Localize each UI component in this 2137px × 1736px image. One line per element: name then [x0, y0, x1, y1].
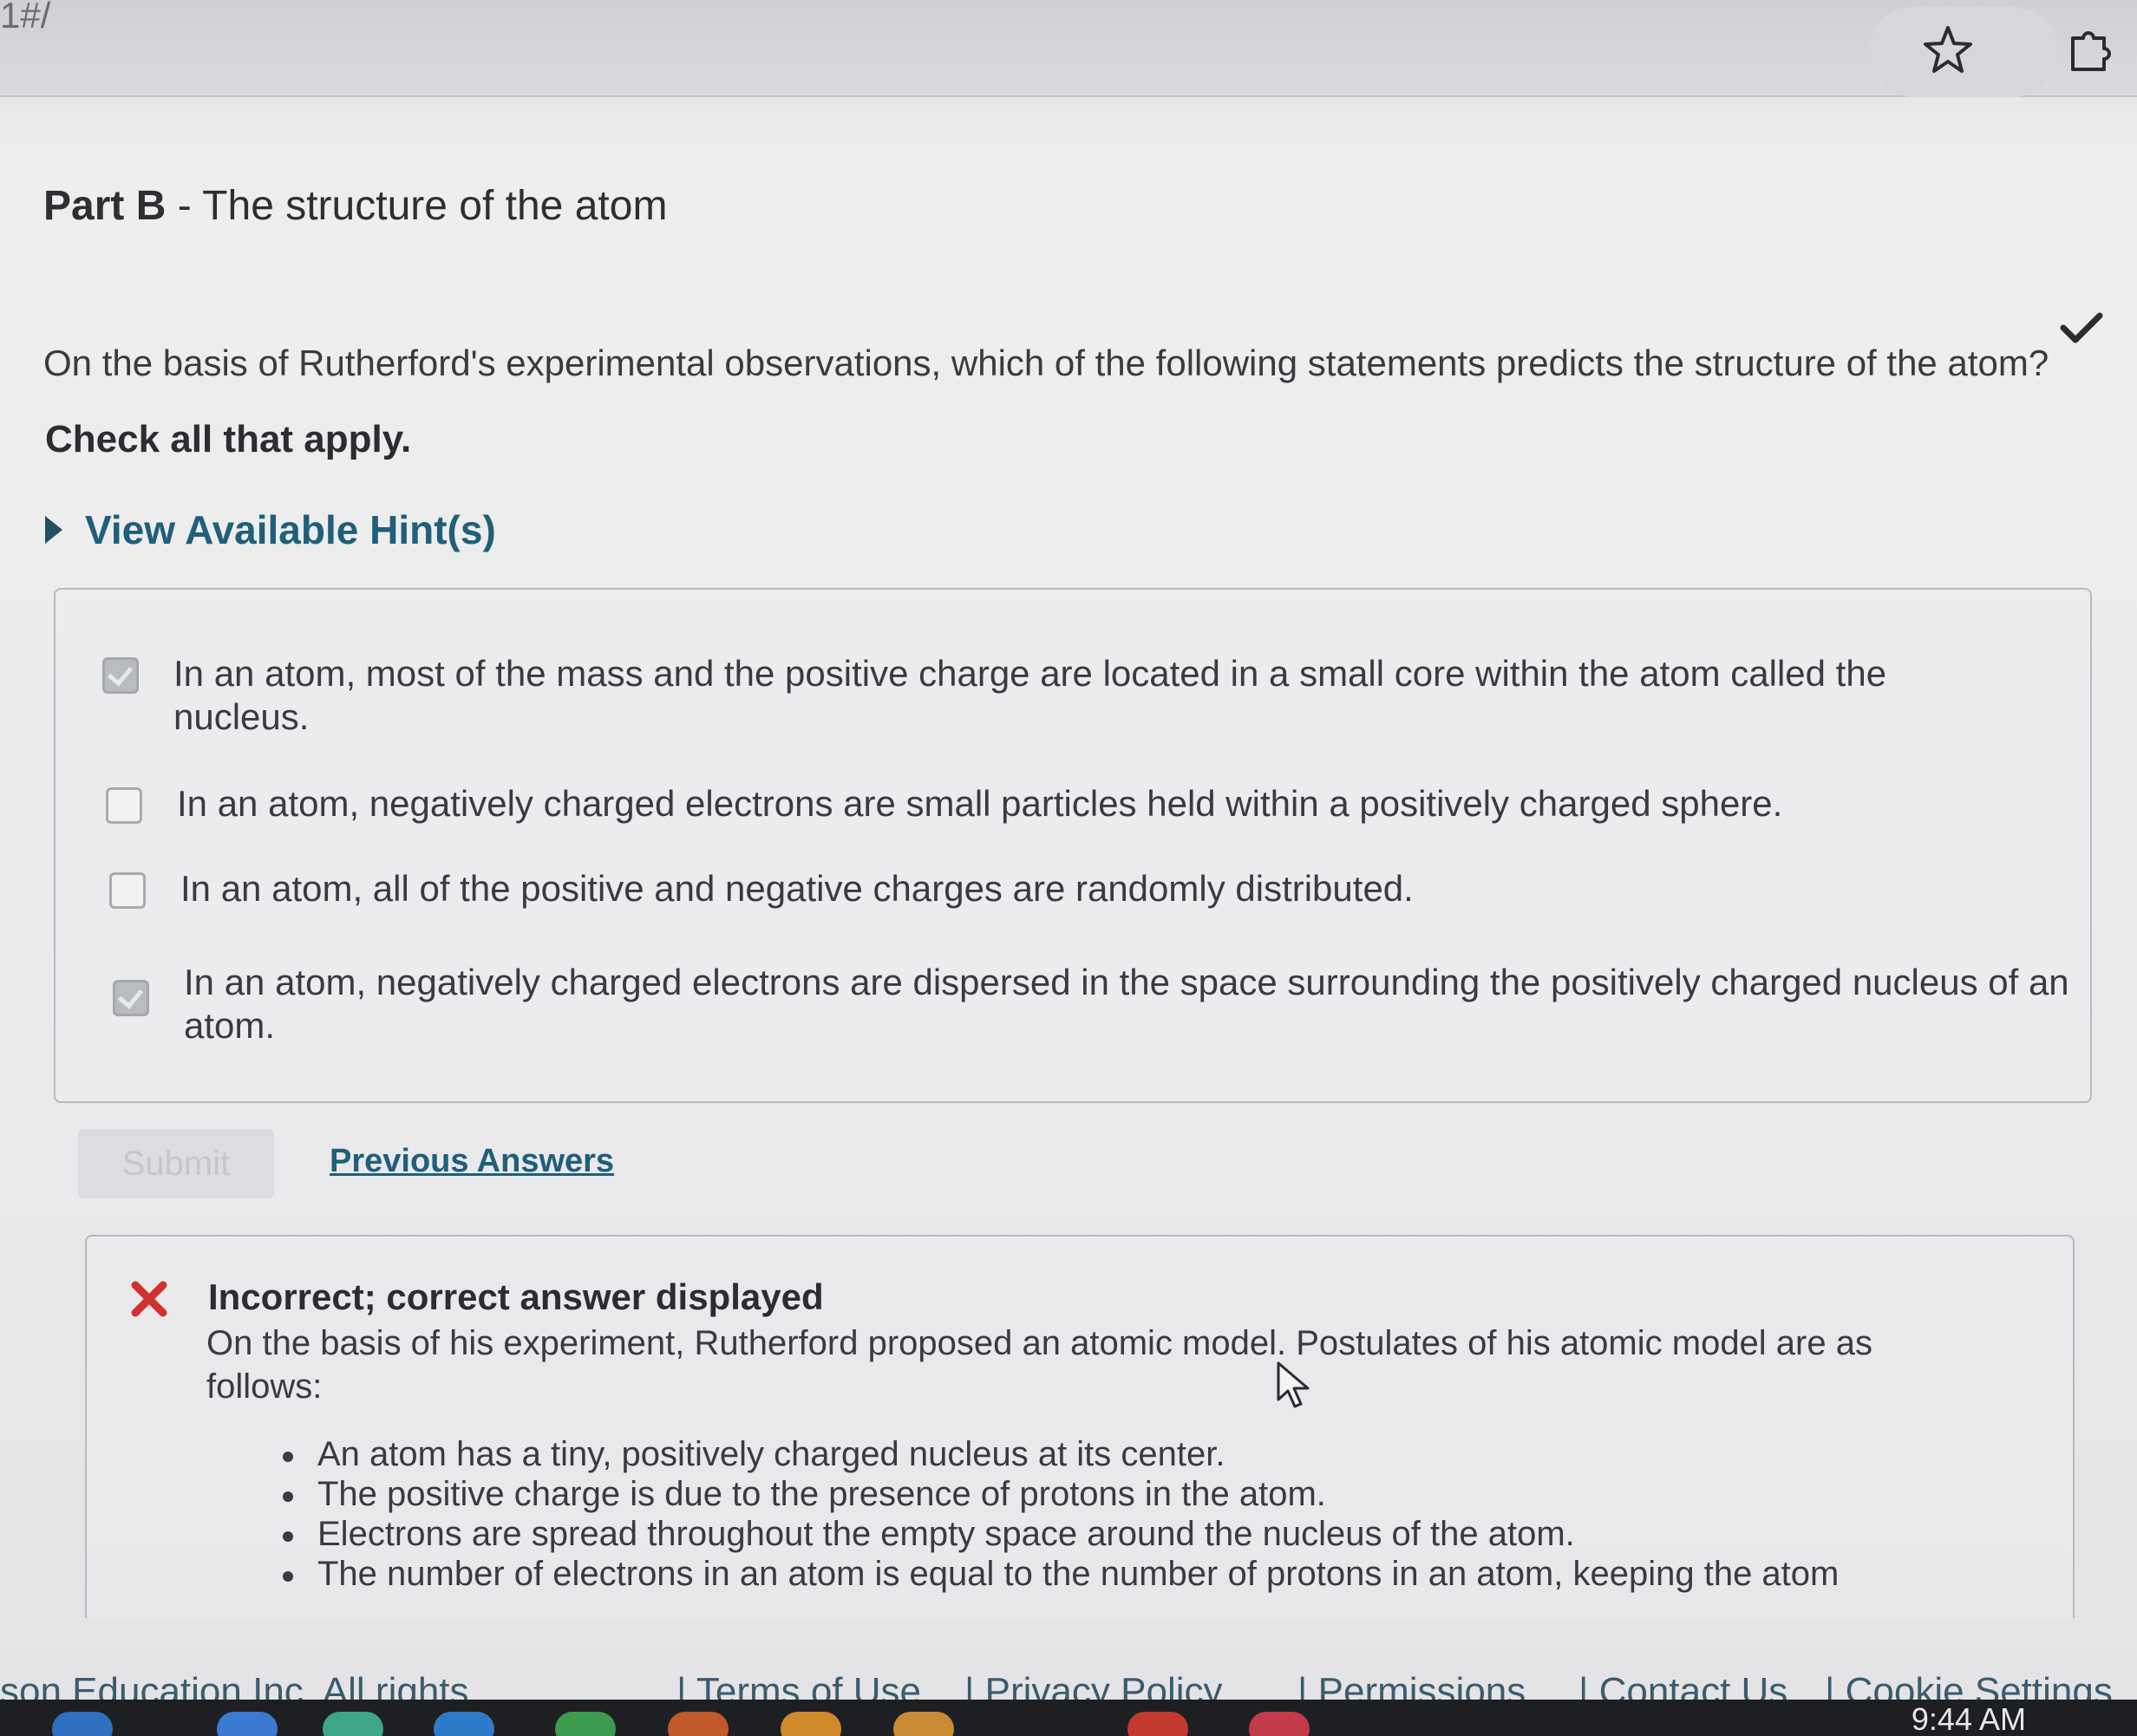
- part-label: Part B: [43, 183, 167, 229]
- checkbox-checked[interactable]: [102, 657, 139, 694]
- taskbar-app-icon[interactable]: [555, 1712, 616, 1736]
- answer-option[interactable]: In an atom, negatively charged electrons…: [113, 961, 2073, 1047]
- puzzle-icon[interactable]: [2061, 23, 2116, 78]
- checkmark-icon: [2060, 312, 2103, 343]
- taskbar-app-icon[interactable]: [893, 1712, 954, 1736]
- page: 1#/ Part B - The structure of the atom O…: [0, 0, 2137, 1736]
- answer-options-box: In an atom, most of the mass and the pos…: [54, 588, 2092, 1103]
- checkbox-unchecked[interactable]: [106, 787, 142, 824]
- taskbar-app-icon[interactable]: [323, 1712, 383, 1736]
- list-item: The positive charge is due to the presen…: [278, 1474, 1839, 1514]
- checkbox-unchecked[interactable]: [109, 872, 146, 909]
- address-bar-fragment[interactable]: 1#/: [0, 0, 50, 36]
- previous-answers-link[interactable]: Previous Answers: [330, 1143, 614, 1180]
- taskbar-app-icon[interactable]: [52, 1712, 113, 1736]
- part-separator: -: [166, 183, 203, 229]
- taskbar-app-icon[interactable]: [781, 1712, 841, 1736]
- taskbar-app-icon[interactable]: [217, 1712, 278, 1736]
- browser-toolbar: 1#/: [0, 0, 2137, 97]
- part-title-text: The structure of the atom: [202, 183, 668, 229]
- part-title: Part B - The structure of the atom: [43, 182, 667, 230]
- taskbar-app-icon[interactable]: [434, 1712, 494, 1736]
- checkbox-checked[interactable]: [113, 980, 149, 1016]
- answer-option[interactable]: In an atom, most of the mass and the pos…: [102, 652, 1993, 739]
- star-icon[interactable]: [1920, 23, 1976, 78]
- list-item: Electrons are spread throughout the empt…: [278, 1514, 1839, 1554]
- feedback-status: Incorrect; correct answer displayed: [208, 1276, 824, 1317]
- page-footer: son Education Inc. All rights | Terms of…: [0, 1630, 2137, 1713]
- view-hints-label: View Available Hint(s): [85, 507, 496, 552]
- list-item: The number of electrons in an atom is eq…: [278, 1554, 1839, 1594]
- answer-option-label: In an atom, negatively charged electrons…: [177, 783, 1783, 824]
- os-taskbar: 9:44 AM: [0, 1700, 2137, 1736]
- feedback-list: An atom has a tiny, positively charged n…: [278, 1434, 1839, 1594]
- question-text: On the basis of Rutherford's experimenta…: [43, 343, 2049, 383]
- answer-option-label: In an atom, most of the mass and the pos…: [173, 653, 1887, 737]
- question-instruction: Check all that apply.: [45, 418, 412, 460]
- taskbar-app-icon[interactable]: [1127, 1712, 1188, 1736]
- answer-option[interactable]: In an atom, all of the positive and nega…: [109, 867, 2069, 910]
- taskbar-app-icon[interactable]: [1249, 1712, 1310, 1736]
- feedback-text: On the basis of his experiment, Rutherfo…: [206, 1324, 1872, 1406]
- taskbar-app-icon[interactable]: [668, 1712, 729, 1736]
- taskbar-clock[interactable]: 9:44 AM: [1912, 1701, 2026, 1736]
- incorrect-x-icon: [131, 1281, 167, 1317]
- caret-right-icon: [45, 516, 62, 544]
- answer-option[interactable]: In an atom, negatively charged electrons…: [106, 782, 2066, 826]
- answer-option-label: In an atom, negatively charged electrons…: [184, 962, 2069, 1046]
- list-item: An atom has a tiny, positively charged n…: [278, 1434, 1839, 1474]
- submit-button[interactable]: Submit: [78, 1129, 274, 1198]
- view-hints-toggle[interactable]: View Available Hint(s): [45, 506, 496, 553]
- mouse-pointer-icon: [1277, 1361, 1310, 1408]
- answer-option-label: In an atom, all of the positive and nega…: [180, 868, 1414, 909]
